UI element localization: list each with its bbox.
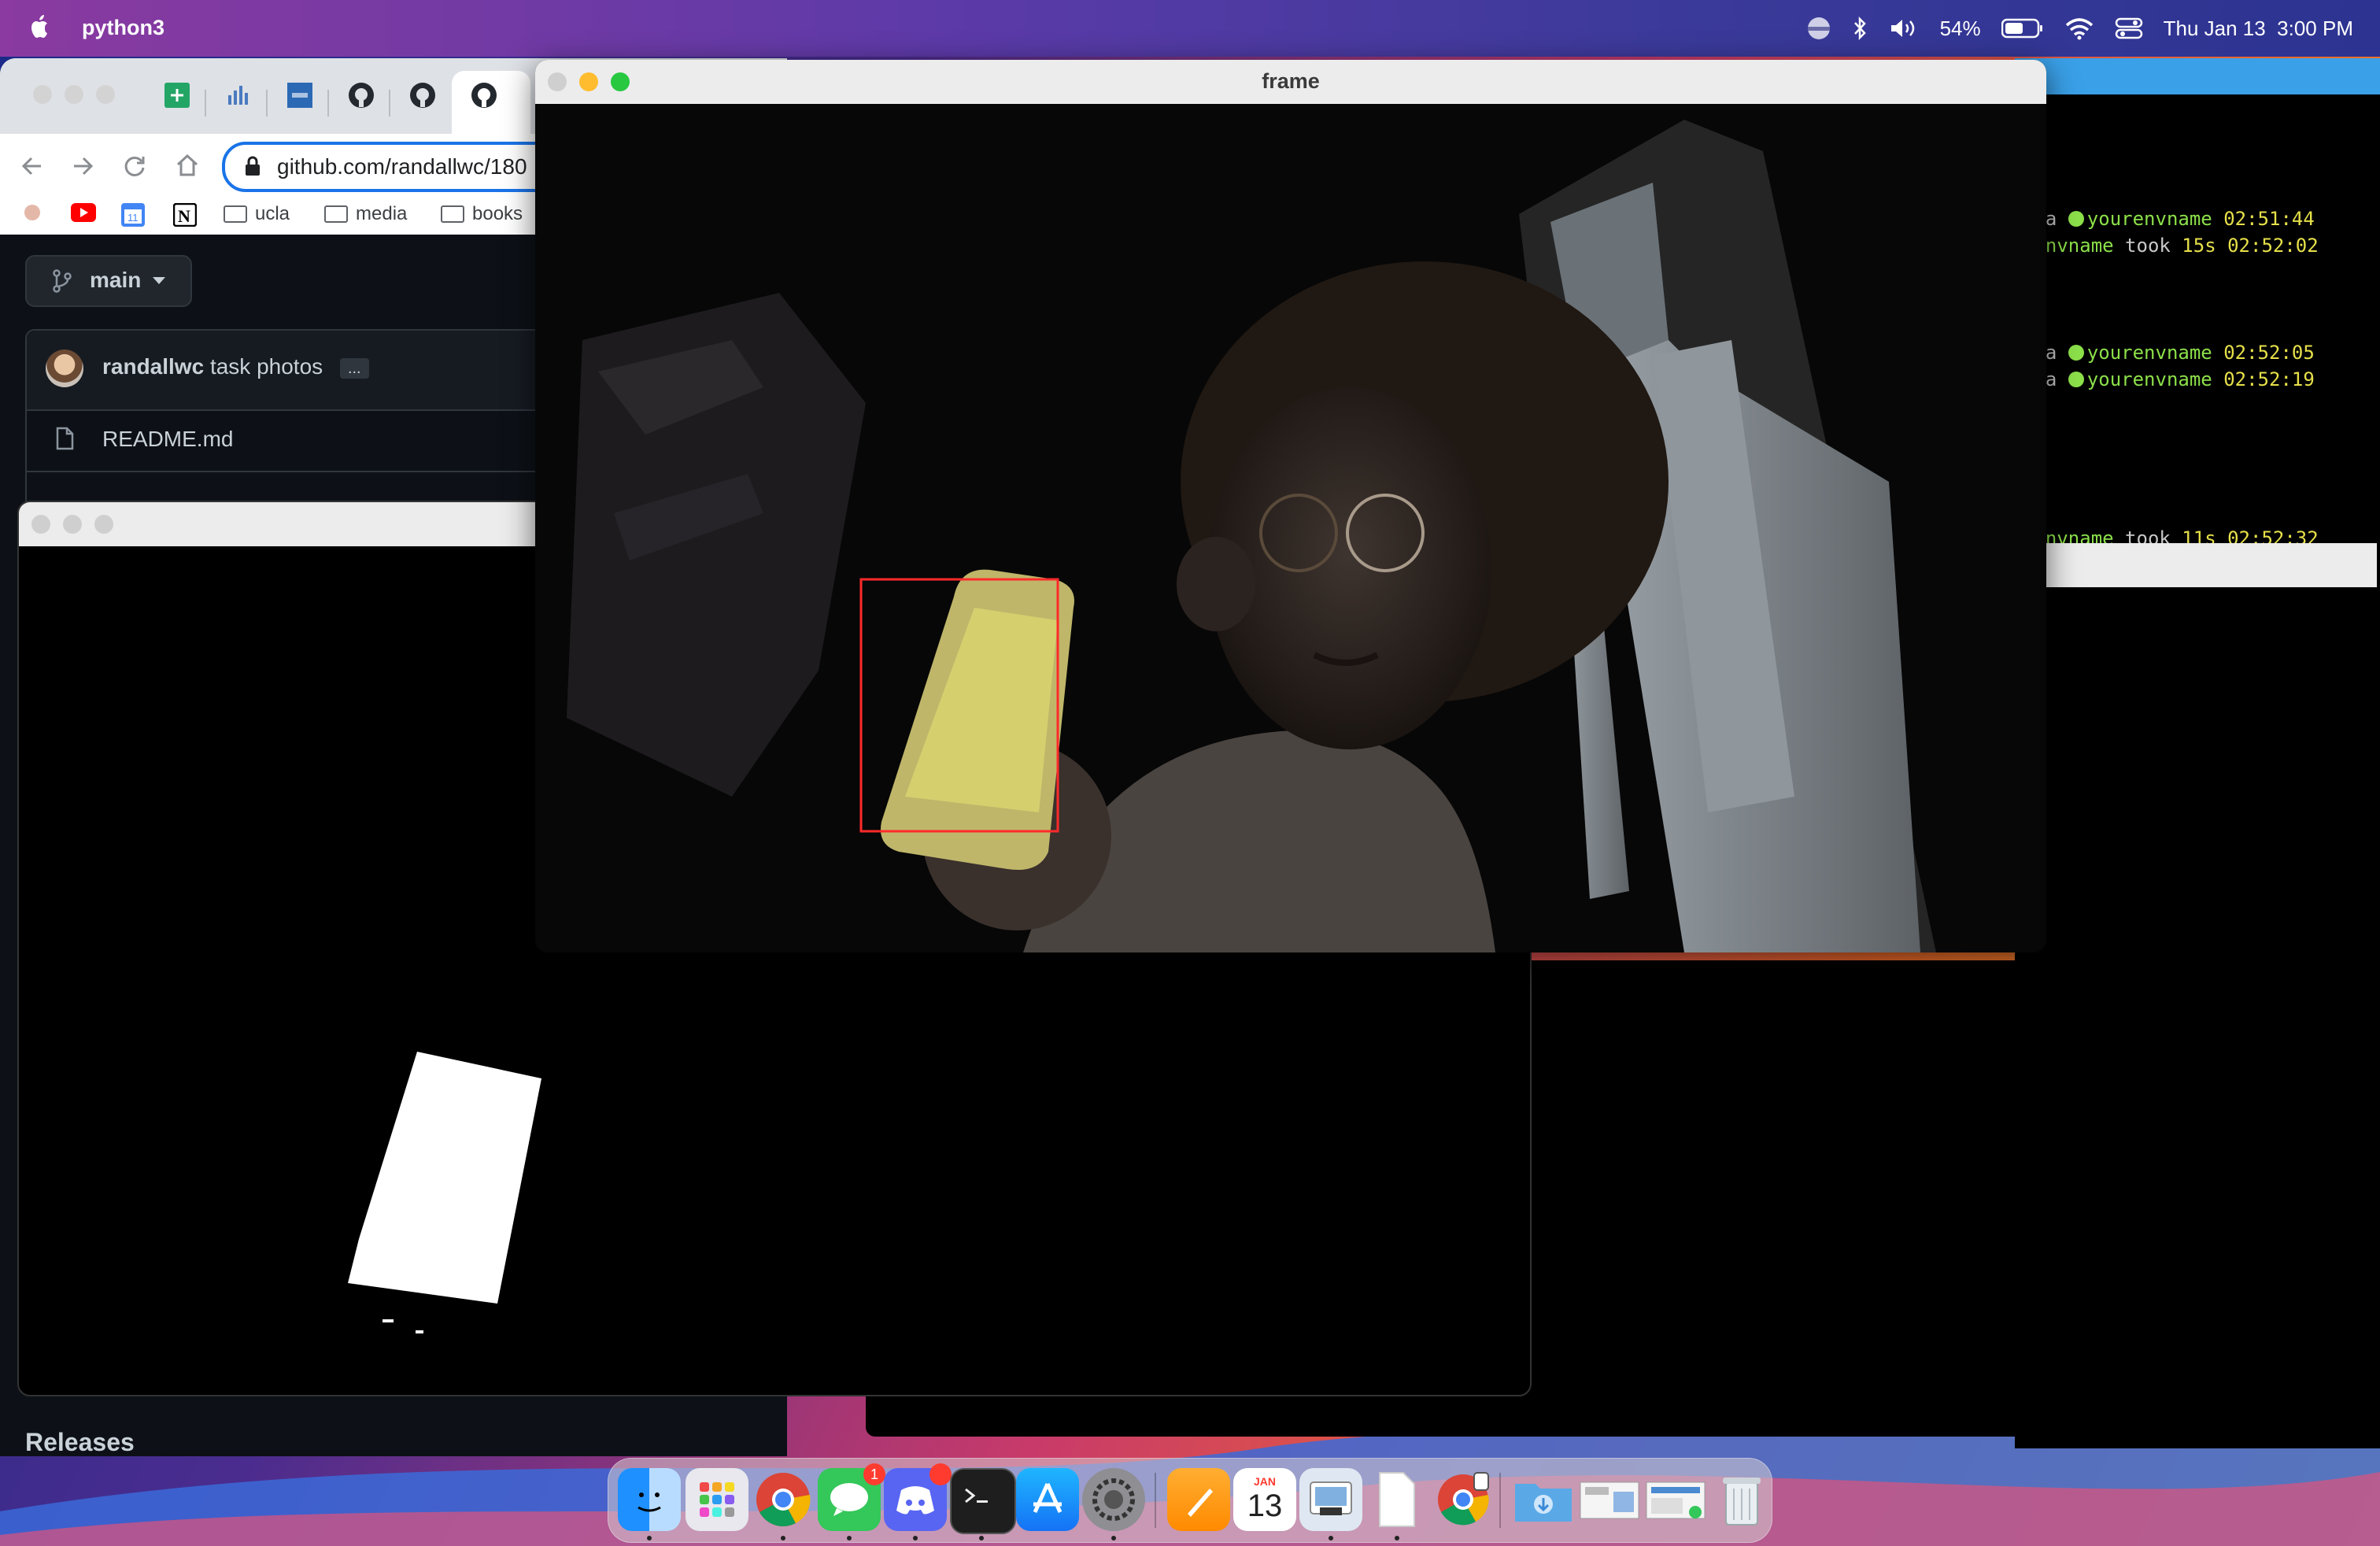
window-thumb-2-icon[interactable] [1644, 1468, 1707, 1531]
webcam-feed [535, 104, 2046, 952]
reload-icon[interactable] [123, 154, 146, 178]
zoom-button[interactable] [94, 515, 113, 534]
window-title: frame [1262, 69, 1320, 93]
vpn-icon[interactable] [1806, 16, 1831, 41]
downloads-folder-icon[interactable] [1512, 1468, 1575, 1531]
notification-badge [929, 1463, 952, 1485]
forward-icon[interactable] [71, 154, 94, 178]
folder-icon [441, 205, 464, 223]
home-icon[interactable] [175, 153, 200, 178]
calendar-day: 13 [1247, 1489, 1283, 1523]
battery-percent[interactable]: 54% [1940, 17, 1981, 41]
branch-selector[interactable]: main [25, 255, 192, 307]
terminal-line: via yourenvname 02:52:19 [2023, 368, 2315, 390]
close-button[interactable] [31, 515, 50, 534]
bluetooth-icon[interactable] [1852, 16, 1868, 41]
minimize-button[interactable] [63, 515, 82, 534]
desktop: { "menubar": { "app_name": "python3", "b… [0, 0, 2380, 1546]
status-area: 54% Thu Jan 13 3:00 PM [1806, 0, 2353, 57]
branch-icon [53, 269, 72, 293]
commit-expand-button[interactable]: ... [339, 357, 369, 379]
window-titlebar: frame [535, 60, 2046, 105]
bookmark-calendar-icon[interactable]: 11 [121, 203, 145, 227]
minimize-button[interactable] [65, 85, 83, 104]
github-icon[interactable] [346, 80, 376, 110]
clock[interactable]: Thu Jan 13 3:00 PM [2164, 17, 2353, 41]
caret-down-icon [153, 277, 165, 284]
terminal-line: via yourenvname 02:51:44 [2023, 208, 2315, 230]
app-name[interactable]: python3 [82, 16, 164, 40]
notification-badge: 1 [863, 1463, 885, 1485]
window-thumb-1-icon[interactable] [1578, 1468, 1641, 1531]
bookmark-media[interactable]: media [324, 203, 407, 225]
control-center-icon[interactable] [2115, 17, 2143, 40]
avatar[interactable] [46, 350, 83, 387]
pages-icon[interactable] [1167, 1468, 1230, 1531]
launchpad-icon[interactable] [686, 1468, 748, 1531]
status-dot-icon [2068, 345, 2084, 361]
commit-message[interactable]: task photos [210, 354, 323, 379]
app-store-icon[interactable] [1016, 1468, 1079, 1531]
folder-icon [324, 205, 348, 223]
zoom-button[interactable] [96, 85, 115, 104]
terminal-icon[interactable] [950, 1468, 1016, 1534]
messages-icon[interactable]: 1 [818, 1463, 885, 1531]
file-name: README.md [102, 427, 234, 451]
frame-window: frame [535, 60, 2046, 952]
bookmark-gmail-icon[interactable] [22, 203, 42, 222]
textedit-icon[interactable] [1366, 1468, 1428, 1531]
status-dot-icon [2068, 211, 2084, 227]
terminal-line: via yourenvname 02:52:05 [2023, 342, 2315, 364]
terminal-line: renvname took 11s 02:52:32 [2023, 527, 2319, 543]
volume-icon[interactable] [1888, 16, 1920, 41]
branch-name: main [90, 268, 142, 292]
calendar-month: JAN [1253, 1475, 1276, 1488]
file-icon [56, 427, 74, 450]
status-dot-icon [2068, 372, 2084, 387]
window-titlebar [2015, 543, 2377, 587]
calendar-icon[interactable]: JAN 13 [1233, 1468, 1296, 1531]
commit-author[interactable]: randallwc [102, 354, 204, 379]
lock-icon[interactable] [244, 156, 261, 178]
system-preferences-icon[interactable] [1082, 1468, 1145, 1531]
trash-icon[interactable] [1710, 1468, 1773, 1531]
wifi-icon[interactable] [2064, 17, 2094, 40]
bookmark-youtube-icon[interactable] [71, 203, 96, 222]
svg-text:11: 11 [128, 212, 139, 224]
folder-icon [224, 205, 247, 223]
finder-icon[interactable] [618, 1468, 681, 1531]
close-button[interactable] [33, 85, 52, 104]
back-icon[interactable] [20, 154, 44, 178]
github-icon[interactable] [408, 80, 438, 110]
chrome-app-icon[interactable] [1432, 1468, 1495, 1531]
github-icon[interactable] [469, 80, 499, 110]
sheets-icon[interactable] [162, 80, 192, 110]
terminal-titlebar [2015, 58, 2380, 94]
bookmark-ucla[interactable]: ucla [224, 203, 290, 225]
bookmark-notion-icon[interactable]: N [173, 203, 197, 227]
terminal-line: renvname took 15s 02:52:02 [2023, 235, 2319, 257]
ucla-icon[interactable] [285, 80, 315, 110]
preview-icon[interactable] [1299, 1468, 1362, 1531]
releases-heading[interactable]: Releases [25, 1428, 135, 1456]
svg-text:N: N [178, 206, 190, 226]
terminal-window: via yourenvname 02:51:44 renvname took 1… [2015, 58, 2380, 543]
chrome-icon[interactable] [752, 1468, 815, 1531]
battery-icon[interactable] [2001, 17, 2044, 39]
discord-icon[interactable] [884, 1463, 952, 1531]
bookmark-books[interactable]: books [441, 203, 523, 225]
url-text: github.com/randallwc/180 [277, 154, 527, 179]
analytics-icon[interactable] [224, 80, 253, 110]
dock: 1 JAN 13 [608, 1458, 1772, 1543]
menu-bar: python3 54% Thu Jan 13 3:00 PM [0, 0, 2380, 57]
apple-menu-icon[interactable] [28, 13, 52, 41]
